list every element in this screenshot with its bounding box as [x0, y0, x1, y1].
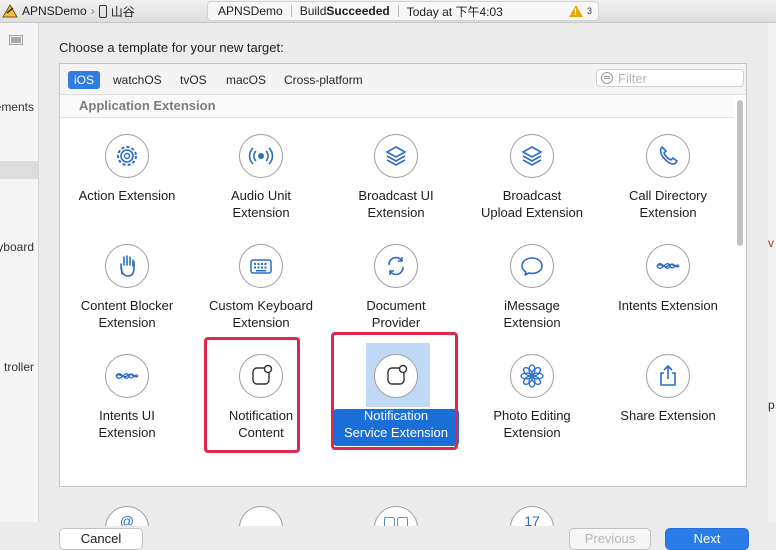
template-label: Action Extension [78, 188, 176, 203]
at-sign-icon: @ [103, 504, 151, 526]
template-label: Audio Unit Extension [231, 188, 291, 220]
inspector-text: p [768, 398, 775, 412]
gear-icon [103, 132, 151, 180]
template-intents-ui-extension[interactable]: Intents UI Extension [60, 352, 194, 456]
xcode-toolbar: APNSDemo › 山谷 APNSDemo Build Succeeded T… [0, 0, 776, 23]
warnings-indicator[interactable]: ! 3 [568, 5, 598, 17]
waveform-icon [103, 352, 151, 400]
xcode-app-icon [2, 4, 18, 18]
chevron-right-icon: › [90, 4, 95, 18]
template-label: Document Provider [366, 298, 426, 330]
next-button[interactable]: Next [665, 528, 749, 550]
sheet-title: Choose a template for your new target: [59, 40, 284, 55]
template-audio-unit-extension[interactable]: Audio Unit Extension [194, 132, 328, 236]
scrollbar-thumb[interactable] [737, 100, 743, 246]
template-label: Call Directory Extension [628, 188, 707, 220]
template-label: Photo Editing Extension [493, 408, 571, 440]
cancel-button[interactable]: Cancel [59, 528, 143, 550]
layers-icon [372, 132, 420, 180]
inspector-pane: v p [768, 23, 776, 522]
previous-button[interactable]: Previous [569, 528, 651, 550]
share-icon [644, 352, 692, 400]
filter-field[interactable]: Filter [596, 69, 744, 87]
new-target-sheet: Choose a template for your new target: i… [39, 23, 768, 550]
template-document-provider[interactable]: Document Provider [329, 242, 463, 346]
phone-icon [644, 132, 692, 180]
template-share-extension[interactable]: Share Extension [601, 352, 735, 456]
navigator-text: ements [0, 100, 34, 114]
annotation-highlight [204, 337, 300, 453]
template-broadcast-upload-extension[interactable]: Broadcast Upload Extension [465, 132, 599, 236]
build-prefix: Build [299, 4, 327, 18]
hand-icon [103, 242, 151, 290]
grid-icon: ▢▢ [372, 504, 420, 526]
tab-cross-platform[interactable]: Cross-platform [278, 71, 369, 89]
template-label: Broadcast Upload Extension [481, 188, 583, 220]
warning-icon: ! [568, 5, 583, 17]
tab-ios[interactable]: iOS [68, 71, 101, 89]
template-custom-keyboard-extension[interactable]: Custom Keyboard Extension [194, 242, 328, 346]
section-header: Application Extension [60, 95, 734, 118]
template-label: Broadcast UI Extension [358, 188, 434, 220]
template-label: Content Blocker Extension [80, 298, 174, 330]
flower-icon [508, 352, 556, 400]
template-label: Share Extension [620, 408, 716, 423]
template-photo-editing-extension[interactable]: Photo Editing Extension [465, 352, 599, 456]
iphone-icon [98, 4, 107, 18]
tab-watchos[interactable]: watchOS [107, 71, 168, 89]
template-label: Custom Keyboard Extension [208, 298, 314, 330]
annotation-highlight [331, 332, 458, 450]
navigator-pane: ements ryboard troller [0, 23, 39, 522]
platform-tabs: iOS watchOS tvOS macOS Cross-platform Fi… [60, 64, 746, 95]
build-timestamp: Today at 下午4:03 [406, 4, 503, 19]
calendar-icon: 17 [508, 504, 556, 526]
scheme-selector[interactable]: APNSDemo › 山谷 [2, 2, 135, 20]
template-label: iMessage Extension [503, 298, 561, 330]
layers-icon [508, 132, 556, 180]
navigator-selected-row [0, 161, 38, 179]
filter-icon [601, 72, 613, 84]
status-separator [397, 5, 399, 17]
device-name: 山谷 [110, 4, 135, 19]
list-icon[interactable] [9, 35, 23, 45]
tab-macos[interactable]: macOS [220, 71, 272, 89]
navigator-text: ryboard [0, 240, 34, 254]
template-label: Intents UI Extension [98, 408, 156, 440]
template-content-blocker-extension[interactable]: Content Blocker Extension [60, 242, 194, 346]
inspector-text: v [768, 236, 774, 250]
speech-bubble-icon [508, 242, 556, 290]
waves-icon [237, 132, 285, 180]
status-project: APNSDemo [218, 4, 283, 18]
project-name: APNSDemo [22, 4, 87, 18]
template-call-directory-extension[interactable]: Call Directory Extension [601, 132, 735, 236]
warning-count: 3 [586, 6, 592, 16]
filter-placeholder: Filter [618, 70, 647, 86]
template-scrollbar[interactable] [736, 96, 745, 484]
template-intents-extension[interactable]: Intents Extension [601, 242, 735, 346]
status-separator [290, 5, 292, 17]
build-status: Succeeded [326, 4, 390, 18]
navigator-text: troller [3, 360, 34, 374]
template-broadcast-ui-extension[interactable]: Broadcast UI Extension [329, 132, 463, 236]
template-label: Intents Extension [618, 298, 718, 313]
tab-tvos[interactable]: tvOS [174, 71, 213, 89]
template-imessage-extension[interactable]: iMessage Extension [465, 242, 599, 346]
activity-status: APNSDemo Build Succeeded Today at 下午4:03… [207, 1, 599, 21]
template-partial-icon [237, 504, 285, 526]
template-action-extension[interactable]: Action Extension [60, 132, 194, 236]
waveform-icon [644, 242, 692, 290]
refresh-icon [372, 242, 420, 290]
section-title: Application Extension [79, 98, 216, 113]
keyboard-icon [237, 242, 285, 290]
